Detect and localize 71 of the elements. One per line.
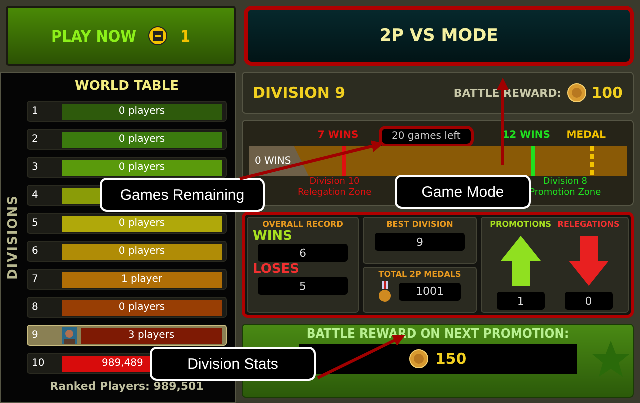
medal-icon <box>379 280 391 302</box>
division-number: 9 <box>32 330 40 341</box>
division-number: 8 <box>32 302 40 313</box>
best-division-value: 9 <box>375 233 465 251</box>
division-row[interactable]: 5 0 players <box>27 213 227 234</box>
player-count-bar: 3 players <box>81 328 222 344</box>
next-promotion-title: BATTLE REWARD ON NEXT PROMOTION: <box>306 327 570 342</box>
division-row[interactable]: 7 1 player <box>27 269 227 290</box>
overall-record-title: OVERALL RECORD <box>262 220 344 229</box>
division-number: 3 <box>32 162 40 173</box>
star-icon <box>591 339 631 379</box>
annotation-tooltip: Games Remaining <box>100 178 265 212</box>
world-table-title: WORLD TABLE <box>75 79 179 94</box>
ticket-count: 1 <box>180 26 190 46</box>
up-arrow-icon <box>500 236 541 286</box>
loses-label: LOSES <box>253 262 300 277</box>
loses-value: 5 <box>258 277 348 295</box>
player-count-bar: 0 players <box>62 160 222 176</box>
next-reward-value: 150 <box>435 350 467 368</box>
milestone-marker <box>590 146 594 176</box>
player-count-bar: 0 players <box>62 132 222 148</box>
medals-title: TOTAL 2P MEDALS <box>378 270 462 278</box>
player-count-bar: 0 players <box>62 216 222 232</box>
start-wins-label: 0 WINS <box>249 146 309 176</box>
division-row[interactable]: 3 0 players <box>27 157 227 178</box>
promotions-value: 1 <box>496 292 545 310</box>
down-arrow-icon <box>568 236 609 286</box>
ranked-players: Ranked Players: 989,501 <box>50 380 204 393</box>
zone-label: Division 8 Promotion Zone <box>528 177 602 200</box>
promotions-title: PROMOTIONS <box>490 220 552 229</box>
division-number: 2 <box>32 134 40 145</box>
annotation-tooltip: Division Stats <box>150 347 316 381</box>
battle-reward-label: BATTLE REWARD: <box>454 86 562 100</box>
division-number: 5 <box>32 218 40 229</box>
annotation-tooltip: Game Mode <box>395 175 531 209</box>
division-row[interactable]: 6 0 players <box>27 241 227 262</box>
division-row[interactable]: 1 0 players <box>27 101 227 122</box>
games-left: 20 games left <box>379 126 474 147</box>
milestone-label: 12 WINS <box>502 130 550 141</box>
division-number: 4 <box>32 190 40 201</box>
division-title: DIVISION 9 <box>253 84 346 102</box>
division-number: 6 <box>32 246 40 257</box>
player-count-bar: 0 players <box>62 244 222 260</box>
ticket-icon <box>148 26 168 46</box>
medals-value: 1001 <box>399 282 461 300</box>
wins-label: WINS <box>253 229 292 244</box>
wins-value: 6 <box>258 244 348 262</box>
division-number: 1 <box>32 106 40 117</box>
relegations-value: 0 <box>564 292 613 310</box>
divisions-label: DIVISIONS <box>6 194 22 280</box>
division-row[interactable]: 9 3 players <box>27 325 227 346</box>
battle-reward-value: 100 <box>592 84 623 102</box>
division-row[interactable]: 2 0 players <box>27 129 227 150</box>
play-now-button[interactable]: PLAY NOW 1 <box>6 6 236 66</box>
player-count-bar: 0 players <box>62 104 222 120</box>
best-division-title: BEST DIVISION <box>386 220 454 229</box>
avatar-icon <box>62 327 77 344</box>
coin-icon <box>409 349 430 369</box>
vs-mode-button[interactable]: 2P VS MODE <box>244 6 634 66</box>
milestone-marker <box>531 146 536 176</box>
division-number: 7 <box>32 274 40 285</box>
division-number: 10 <box>32 358 46 369</box>
relegations-title: RELEGATIONS <box>558 220 620 229</box>
division-row[interactable]: 8 0 players <box>27 297 227 318</box>
milestone-label: MEDAL <box>566 130 606 141</box>
coin-icon <box>566 83 587 103</box>
milestone-label: 7 WINS <box>318 130 359 141</box>
player-count-bar: 0 players <box>62 300 222 316</box>
zone-label: Division 10 Relegation Zone <box>296 177 373 200</box>
player-count-bar: 1 player <box>62 272 222 288</box>
milestone-marker <box>342 146 346 176</box>
